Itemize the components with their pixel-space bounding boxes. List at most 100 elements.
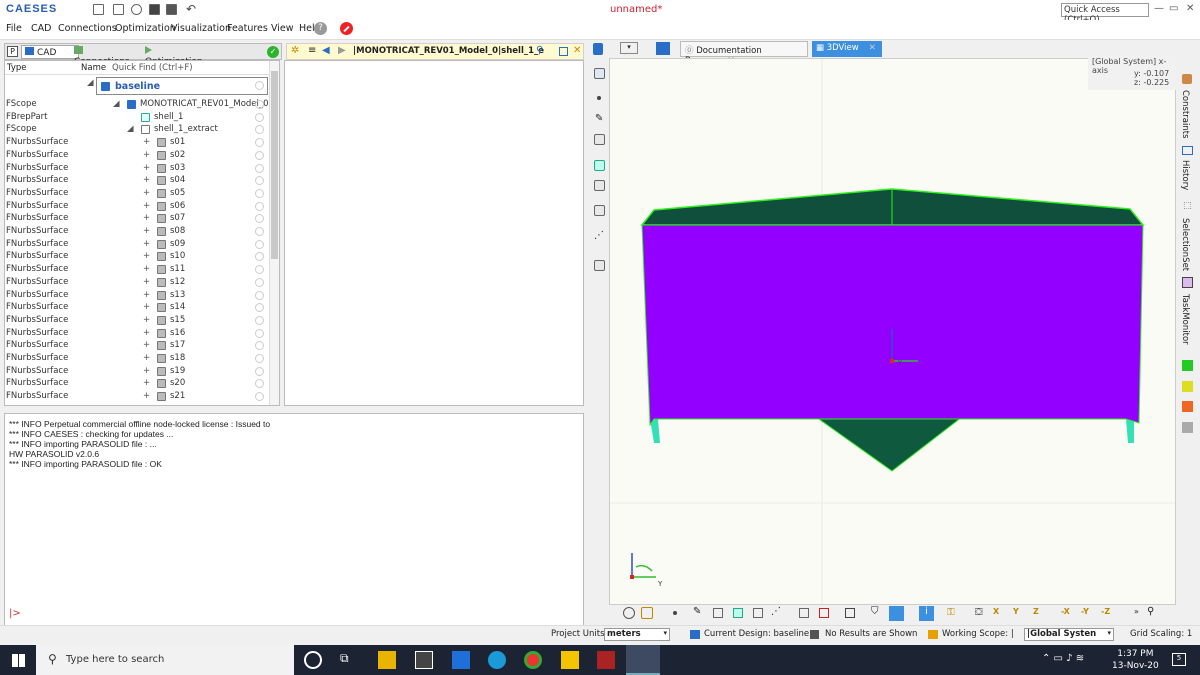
expand-icon[interactable]: + bbox=[143, 315, 150, 325]
tree-row[interactable]: FNurbsSurface + s15 bbox=[5, 315, 267, 328]
tree-row[interactable]: FNurbsSurface + s07 bbox=[5, 213, 267, 226]
cortana-icon[interactable] bbox=[304, 651, 322, 669]
expand-icon[interactable]: + bbox=[143, 366, 150, 376]
view-minus-z-icon[interactable]: -Z bbox=[1101, 607, 1110, 616]
visibility-toggle[interactable] bbox=[255, 227, 264, 236]
expand-icon[interactable]: + bbox=[143, 328, 150, 338]
expand-icon[interactable]: + bbox=[143, 188, 150, 198]
expand-icon[interactable]: + bbox=[143, 175, 150, 185]
window-icon[interactable] bbox=[559, 47, 568, 56]
system-tray-icons[interactable]: ⌃ ▭ ♪ ≋ bbox=[1042, 653, 1084, 664]
maximize-icon[interactable]: ▭ bbox=[1169, 3, 1178, 14]
tree-row[interactable]: FNurbsSurface + s20 bbox=[5, 378, 267, 391]
visibility-toggle[interactable] bbox=[255, 277, 264, 287]
tree-row[interactable]: FNurbsSurface + s16 bbox=[5, 328, 267, 341]
file-explorer-icon[interactable] bbox=[378, 651, 396, 669]
visibility-toggle[interactable] bbox=[255, 265, 264, 275]
view-y-icon[interactable]: Y bbox=[1013, 607, 1019, 616]
measure-tool-icon[interactable] bbox=[594, 260, 605, 271]
tree-row[interactable]: FNurbsSurface + s01 bbox=[5, 137, 267, 150]
menu-optimization[interactable]: Optimization bbox=[115, 23, 176, 34]
tree-row[interactable]: FScope ◢ shell_1_extract bbox=[5, 124, 267, 137]
editor-panel[interactable] bbox=[284, 60, 584, 406]
expand-icon[interactable]: + bbox=[143, 353, 150, 363]
expand-icon[interactable]: + bbox=[143, 302, 150, 312]
visibility-toggle[interactable] bbox=[255, 379, 264, 389]
search-icon[interactable]: ⚲ bbox=[536, 45, 543, 56]
visibility-toggle[interactable] bbox=[255, 392, 264, 402]
back-icon[interactable]: ◀ bbox=[322, 45, 330, 56]
forward-icon[interactable]: ▶ bbox=[338, 45, 346, 56]
tree-row[interactable]: FNurbsSurface + s11 bbox=[5, 264, 267, 277]
close-editor-icon[interactable]: ✕ bbox=[573, 45, 581, 56]
tree-row[interactable]: FScope ◢ MONOTRICAT_REV01_Model_0 bbox=[5, 99, 269, 112]
close-tab-icon[interactable]: ✕ bbox=[869, 43, 876, 53]
visibility-toggle[interactable] bbox=[255, 125, 264, 135]
window-layout-icon[interactable] bbox=[845, 608, 855, 618]
tree-row[interactable]: FNurbsSurface + s12 bbox=[5, 277, 267, 290]
project-icon[interactable] bbox=[593, 43, 603, 55]
visibility-toggle[interactable] bbox=[255, 290, 264, 300]
view-iso-icon[interactable]: ⛋ bbox=[975, 607, 983, 618]
expand-icon[interactable]: + bbox=[143, 277, 150, 287]
status-yellow-icon[interactable] bbox=[1182, 381, 1193, 392]
highlight-icon[interactable] bbox=[889, 606, 904, 621]
collapse-icon[interactable]: ◢ bbox=[87, 78, 94, 88]
tab-3dview[interactable]: ▦ 3DView ✕ bbox=[812, 41, 882, 57]
chrome-icon[interactable] bbox=[524, 651, 542, 669]
stop-icon[interactable] bbox=[340, 22, 353, 35]
expand-icon[interactable]: + bbox=[143, 340, 150, 350]
3d-viewport[interactable]: Y Y bbox=[609, 58, 1176, 605]
visibility-toggle[interactable] bbox=[255, 100, 264, 109]
list-icon[interactable]: ≡ bbox=[308, 45, 316, 56]
menu-view[interactable]: View bbox=[271, 23, 294, 34]
expand-icon[interactable]: + bbox=[143, 251, 150, 261]
project-units-select[interactable]: meters ▾ bbox=[604, 628, 670, 641]
results-status[interactable]: No Results are Shown bbox=[825, 629, 917, 639]
visibility-toggle[interactable] bbox=[255, 239, 264, 249]
visibility-toggle[interactable] bbox=[255, 138, 264, 148]
menu-cad[interactable]: CAD bbox=[31, 23, 51, 34]
close-icon[interactable]: ✕ bbox=[1186, 3, 1194, 14]
brep-icon[interactable] bbox=[733, 608, 743, 618]
point-icon[interactable] bbox=[673, 611, 677, 615]
expand-icon[interactable]: + bbox=[143, 290, 150, 300]
visibility-toggle[interactable] bbox=[255, 163, 264, 173]
taskbar-clock[interactable]: 1:37 PM 13-Nov-20 bbox=[1112, 648, 1159, 672]
tree-row[interactable]: FNurbsSurface + s04 bbox=[5, 175, 267, 188]
folder-icon[interactable] bbox=[656, 42, 670, 55]
pin-icon[interactable]: P bbox=[7, 46, 18, 57]
status-green-icon[interactable] bbox=[1182, 360, 1193, 371]
zoom-icon[interactable]: ⚲ bbox=[1147, 606, 1154, 617]
visibility-toggle[interactable] bbox=[255, 366, 264, 376]
visibility-toggle[interactable] bbox=[255, 328, 264, 338]
tree-row[interactable]: FBrepPart shell_1 bbox=[5, 112, 267, 125]
visibility-toggle[interactable] bbox=[255, 112, 264, 122]
visibility-toggle[interactable] bbox=[255, 176, 264, 186]
quick-find-input[interactable]: Quick Find (Ctrl+F) bbox=[112, 63, 193, 73]
tree-row[interactable]: ◢ baseline bbox=[87, 77, 268, 95]
point-tool-icon[interactable] bbox=[597, 96, 601, 100]
dots-tool-icon[interactable]: ⋰ bbox=[594, 230, 604, 241]
view-z-icon[interactable]: Z bbox=[1033, 607, 1039, 616]
error-icon[interactable] bbox=[819, 608, 829, 618]
help-icon[interactable]: ? bbox=[314, 22, 327, 35]
solid-icon[interactable] bbox=[753, 608, 763, 618]
collapse-icon[interactable]: ◢ bbox=[113, 99, 120, 109]
camera-icon[interactable] bbox=[623, 607, 635, 619]
expand-icon[interactable]: + bbox=[143, 264, 150, 274]
lock-icon[interactable]: ⚿ bbox=[947, 607, 955, 618]
visibility-toggle[interactable] bbox=[255, 201, 264, 211]
tree-row[interactable]: FNurbsSurface + s06 bbox=[5, 201, 267, 214]
select-tool-icon[interactable] bbox=[594, 68, 605, 79]
brep-tool-icon[interactable] bbox=[594, 160, 605, 171]
visibility-toggle[interactable] bbox=[255, 252, 264, 262]
expand-icon[interactable]: + bbox=[143, 137, 150, 147]
expand-icon[interactable]: + bbox=[143, 213, 150, 223]
view-minus-y-icon[interactable]: -Y bbox=[1081, 607, 1089, 616]
tree-row[interactable]: FNurbsSurface + s21 bbox=[5, 391, 267, 404]
visibility-toggle[interactable] bbox=[255, 188, 264, 198]
collapse-icon[interactable]: ◢ bbox=[127, 124, 134, 134]
grid-icon[interactable] bbox=[799, 608, 809, 618]
menu-visualization[interactable]: Visualization bbox=[171, 23, 231, 34]
